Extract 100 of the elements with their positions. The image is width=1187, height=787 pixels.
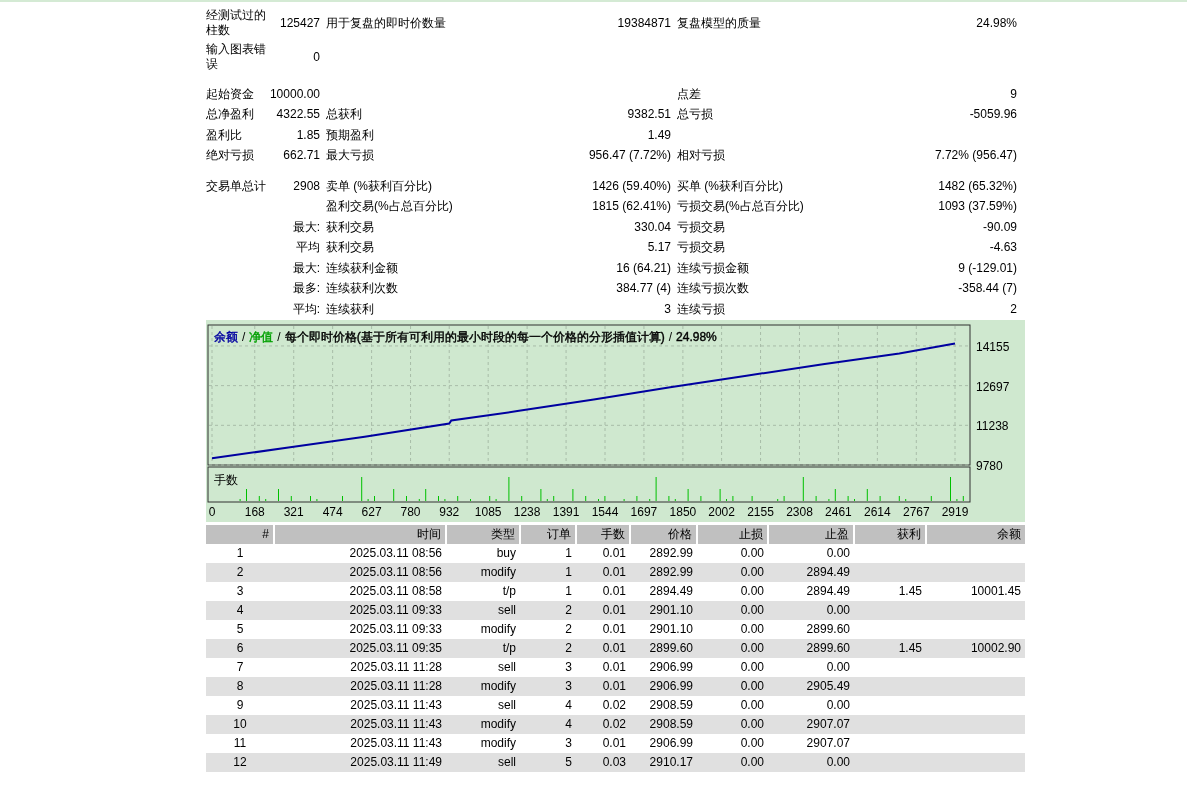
table-cell: 1.45 (898, 641, 922, 655)
table-cell: 2907.07 (806, 736, 850, 750)
stat-label: 经测试过的柱数 (206, 8, 266, 37)
table-cell: 2892.99 (649, 546, 693, 560)
stat-label: 最大亏损 (326, 148, 374, 163)
stat-value: 最多: (292, 281, 320, 296)
stat-value: 1482 (65.32%) (938, 178, 1017, 193)
table-cell: 2908.59 (649, 698, 693, 712)
stat-value: 2 (1010, 301, 1017, 316)
x-tick-label: 321 (283, 504, 304, 519)
stat-label: 用于复盘的即时价数量 (326, 15, 446, 30)
table-cell: sell (498, 603, 516, 617)
stat-value: 平均: (292, 301, 320, 316)
table-cell: 2025.03.11 11:28 (350, 679, 442, 693)
table-cell: 2908.59 (649, 717, 693, 731)
table-cell: 0.00 (826, 603, 850, 617)
x-tick-label: 627 (361, 504, 382, 519)
stat-value: 最大: (292, 219, 320, 234)
table-cell: 0.00 (740, 736, 764, 750)
table-cell: 2894.49 (806, 584, 850, 598)
table-cell: 0.02 (602, 698, 626, 712)
stat-value: 384.77 (4) (616, 281, 671, 296)
stat-value: 1.49 (647, 127, 671, 142)
x-tick-label: 1085 (474, 504, 502, 519)
table-cell: 0.00 (740, 546, 764, 560)
stat-label: 预期盈利 (326, 127, 374, 142)
table-cell: 0.02 (602, 717, 626, 731)
stat-label: 亏损交易 (677, 240, 725, 255)
stat-value: 3 (664, 301, 671, 316)
table-cell: 3 (565, 660, 572, 674)
stat-value: 平均 (296, 240, 320, 255)
table-cell: 2025.03.11 11:49 (350, 755, 442, 769)
table-cell: 9 (236, 698, 244, 712)
table-cell: 2025.03.11 08:58 (349, 584, 442, 598)
table-cell: 11 (233, 736, 247, 750)
column-header: 止损 (697, 524, 768, 544)
x-tick-label: 168 (244, 504, 265, 519)
table-cell: 0.03 (602, 755, 626, 769)
column-header: 获利 (854, 524, 926, 544)
table-cell: 0.00 (740, 622, 764, 636)
table-cell: 2025.03.11 09:33 (349, 603, 442, 617)
x-tick-label: 1238 (513, 504, 541, 519)
table-cell: 0.00 (740, 679, 764, 693)
stat-value: 330.04 (634, 219, 671, 234)
stat-label: 盈利交易(%占总百分比) (326, 199, 453, 214)
x-tick-label: 1391 (552, 504, 580, 519)
table-cell: 2025.03.11 09:33 (349, 622, 442, 636)
stat-value: 1.85 (296, 127, 320, 142)
table-cell: 2025.03.11 08:56 (349, 565, 442, 579)
stat-label: 连续获利次数 (326, 281, 398, 296)
table-cell: 6 (236, 641, 244, 655)
table-cell: 2025.03.11 11:43 (350, 698, 442, 712)
table-cell: 1 (565, 565, 572, 579)
x-tick-label: 474 (322, 504, 343, 519)
table-cell: 0.00 (826, 546, 850, 560)
table-cell: 0.01 (602, 641, 626, 655)
table-cell: 10 (233, 717, 247, 731)
table-cell: 2906.99 (649, 736, 693, 750)
table-cell: 2025.03.11 11:28 (350, 660, 442, 674)
table-cell: 10002.90 (970, 641, 1021, 655)
table-cell: 0.00 (740, 584, 764, 598)
legend-separator: / (668, 329, 673, 344)
table-cell: 2025.03.11 11:43 (350, 717, 442, 731)
stat-label: 连续亏损次数 (677, 281, 749, 296)
stat-label: 总获利 (326, 107, 362, 122)
y-tick-label: 11238 (976, 418, 1009, 433)
table-cell: 2894.49 (649, 584, 693, 598)
x-tick-label: 2767 (902, 504, 930, 519)
stat-value: 9382.51 (627, 107, 671, 122)
stat-value: 1815 (62.41%) (592, 199, 671, 214)
table-cell: 2905.49 (806, 679, 850, 693)
stat-value: 16 (64.21) (616, 260, 671, 275)
x-tick-label: 2308 (786, 504, 813, 519)
stat-value: 9 (-129.01) (958, 260, 1017, 275)
table-cell: 2901.10 (649, 622, 693, 636)
table-cell: 0.01 (602, 584, 626, 598)
stat-label: 总亏损 (677, 107, 713, 122)
stat-label: 连续亏损金额 (677, 260, 749, 275)
table-cell: 2907.07 (806, 717, 850, 731)
column-header: # (206, 524, 274, 544)
table-cell: 0.00 (740, 641, 764, 655)
table-cell: 4 (565, 717, 572, 731)
table-cell: 3 (565, 679, 572, 693)
table-cell: 0.01 (602, 622, 626, 636)
x-tick-label: 1544 (591, 504, 619, 519)
stat-value: 956.47 (7.72%) (588, 148, 671, 163)
stat-label: 交易单总计 (206, 178, 266, 193)
stat-label: 点差 (677, 86, 701, 101)
stat-value: 9 (1010, 86, 1017, 101)
stat-value: 1426 (59.40%) (592, 178, 671, 193)
table-cell: 0.00 (740, 717, 764, 731)
column-header: 止盈 (768, 524, 854, 544)
table-cell: 0.00 (826, 755, 850, 769)
table-cell: 2 (565, 641, 572, 655)
stat-label: 输入图表错误 (206, 42, 266, 71)
stat-label: 总净盈利 (206, 107, 254, 122)
legend-label: 净值 (249, 329, 274, 344)
table-cell: 0.00 (740, 755, 764, 769)
table-cell: 4 (565, 698, 572, 712)
table-cell: 0.00 (740, 565, 764, 579)
